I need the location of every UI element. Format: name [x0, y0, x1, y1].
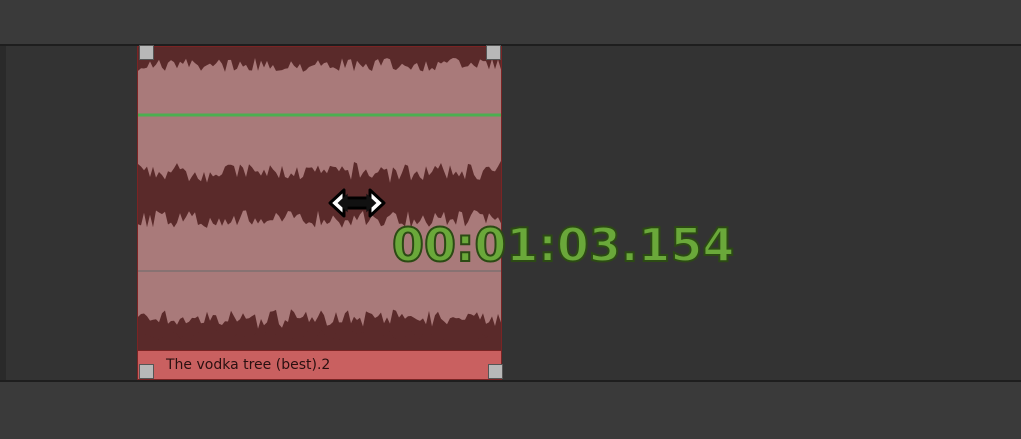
clip-name-bar[interactable]: The vodka tree (best).2 — [137, 350, 502, 380]
waveform — [138, 47, 501, 379]
position-timecode: 00:01:03.154 — [391, 217, 735, 273]
clip-name: The vodka tree (best).2 — [166, 357, 331, 373]
clip-handle-bottom-left[interactable] — [139, 364, 154, 379]
audio-clip[interactable] — [137, 46, 502, 380]
track-left-edge — [0, 46, 6, 380]
empty-track-area[interactable] — [0, 382, 1021, 439]
clip-handle-top-left[interactable] — [139, 45, 154, 60]
clip-handle-bottom-right[interactable] — [488, 364, 503, 379]
resize-horizontal-icon — [328, 186, 386, 224]
timeline-editor: The vodka tree (best).2 00:01:03.154 — [0, 0, 1021, 439]
timeline-ruler[interactable] — [0, 0, 1021, 46]
waveform-band — [138, 47, 501, 72]
clip-handle-top-right[interactable] — [486, 45, 501, 60]
